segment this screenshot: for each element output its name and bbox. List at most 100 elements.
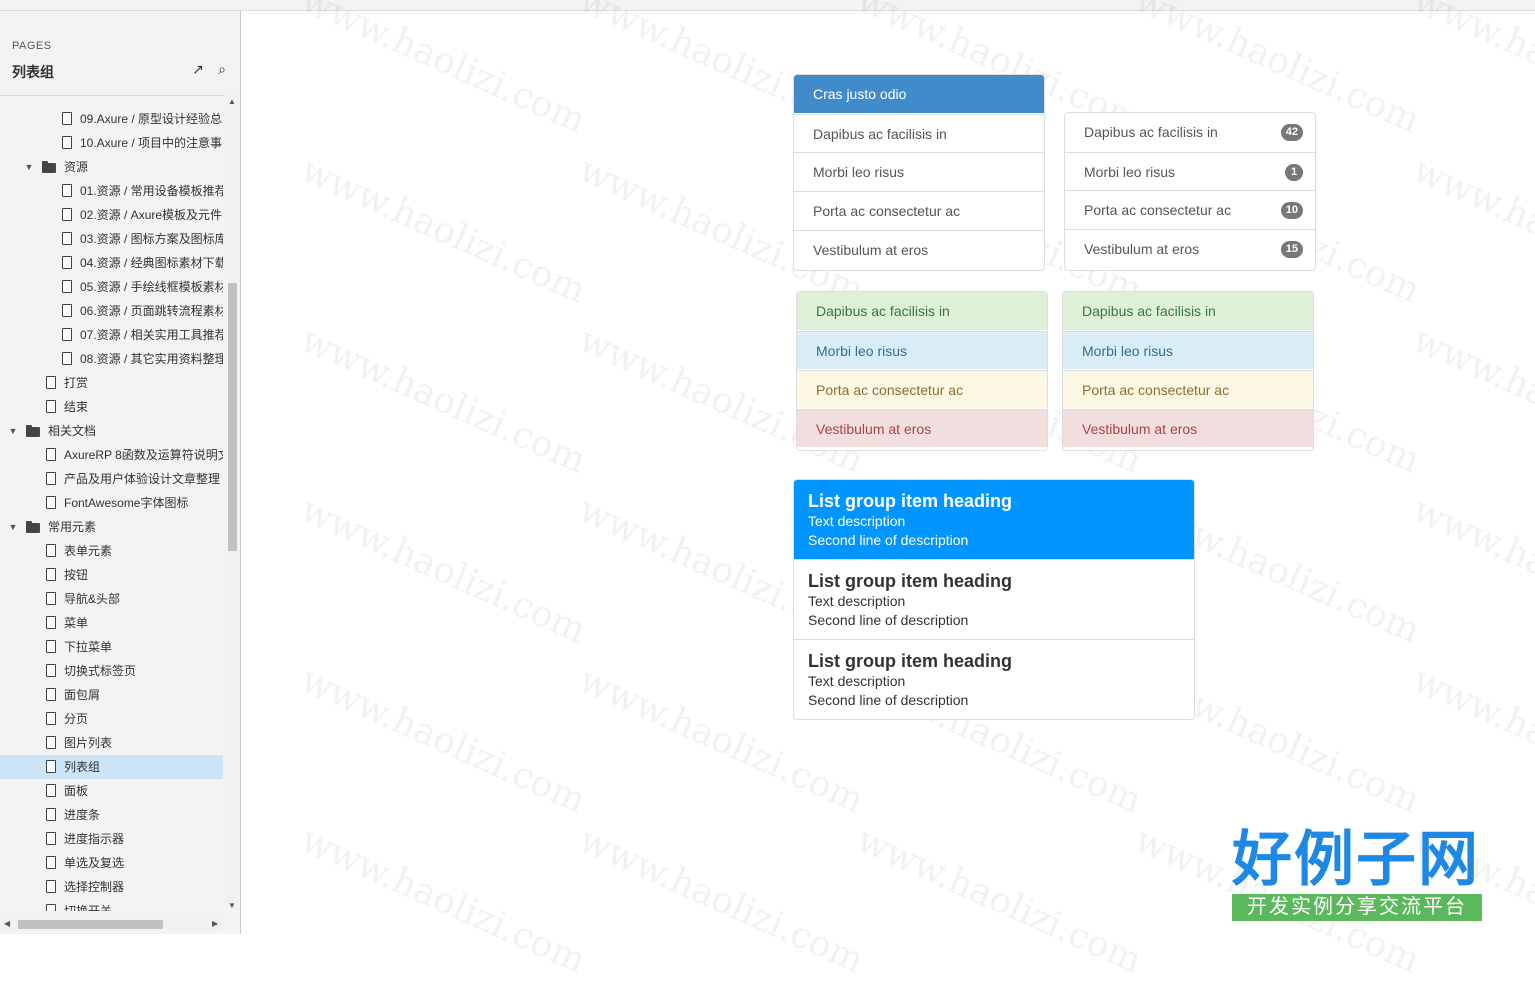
tree-page[interactable]: 02.资源 / Axure模板及元件 (0, 203, 223, 227)
scroll-up-icon[interactable]: ▲ (228, 97, 236, 106)
scroll-right-icon[interactable]: ▶ (212, 919, 218, 928)
scroll-left-icon[interactable]: ◀ (4, 919, 10, 928)
count-badge: 42 (1280, 124, 1303, 141)
tree-page[interactable]: 08.资源 / 其它实用资料整理 (0, 347, 223, 371)
list-item[interactable]: Porta ac consectetur ac 10 (1065, 190, 1315, 228)
page-icon (46, 544, 56, 557)
list-item-text: Text description (808, 593, 906, 609)
list-item[interactable]: Vestibulum at eros (794, 230, 1044, 268)
page-icon (46, 784, 56, 797)
tree-page[interactable]: 产品及用户体验设计文章整理 (0, 467, 223, 491)
tree-item-label: 面包屑 (64, 688, 101, 702)
page-tree: 09.Axure / 原型设计经验总 10.Axure / 项目中的注意事 ▼ 资源 0… (0, 95, 225, 911)
tree-page[interactable]: 01.资源 / 常用设备模板推荐 (0, 179, 223, 203)
list-item[interactable]: Morbi leo risus 1 (1065, 152, 1315, 190)
tree-page[interactable]: 下拉菜单 (0, 635, 223, 659)
list-item-success[interactable]: Dapibus ac facilisis in (797, 292, 1047, 330)
tree-page[interactable]: 选择控制器 (0, 875, 223, 899)
list-item-active[interactable]: Cras justo odio (794, 75, 1044, 113)
tree-page[interactable]: 06.资源 / 页面跳转流程素材 (0, 299, 223, 323)
list-item[interactable]: Morbi leo risus (794, 152, 1044, 190)
tree-page[interactable]: FontAwesome字体图标 (0, 491, 223, 515)
tree-page[interactable]: 单选及复选 (0, 851, 223, 875)
list-item-info[interactable]: Morbi leo risus (797, 331, 1047, 369)
tree-folder[interactable]: ▼ 资源 (0, 155, 223, 179)
chevron-down-icon[interactable]: ▼ (8, 515, 18, 539)
tree-page[interactable]: 05.资源 / 手绘线框模板素材 (0, 275, 223, 299)
tree-page[interactable]: 图片列表 (0, 731, 223, 755)
tree-folder[interactable]: ▼ 相关文档 (0, 419, 223, 443)
watermark-text: www.haolizi.com (850, 819, 1148, 982)
list-item-warning[interactable]: Porta ac consectetur ac (797, 370, 1047, 408)
list-item[interactable]: Dapibus ac facilisis in 42 (1065, 113, 1315, 151)
tree-hscroll-thumb[interactable] (18, 920, 163, 929)
chevron-down-icon[interactable]: ▼ (8, 419, 18, 443)
tree-page[interactable]: 列表组 (0, 755, 223, 779)
tree-page[interactable]: 结束 (0, 395, 223, 419)
tree-item-label: 按钮 (64, 568, 89, 582)
search-page-icon[interactable]: ⌕ (214, 61, 230, 77)
chevron-down-icon[interactable]: ▼ (24, 155, 34, 179)
export-icon[interactable]: ↗ (190, 61, 206, 77)
tree-page[interactable]: 进度条 (0, 803, 223, 827)
tree-page[interactable]: 03.资源 / 图标方案及图标库 (0, 227, 223, 251)
tree-item-label: AxureRP 8函数及运算符说明文 (64, 448, 223, 462)
watermark-text: www.haolizi.com (572, 819, 870, 982)
list-item-active[interactable]: List group item heading Text description… (794, 480, 1194, 560)
page-icon (62, 184, 72, 197)
list-item-danger[interactable]: Vestibulum at eros (797, 409, 1047, 447)
page-icon (62, 208, 72, 221)
list-item-label: Vestibulum at eros (1084, 241, 1200, 257)
tree-item-label: 09.Axure / 原型设计经验总 (80, 112, 223, 126)
count-badge: 10 (1280, 202, 1303, 219)
tree-page[interactable]: 切换式标签页 (0, 659, 223, 683)
tree-item-label: 02.资源 / Axure模板及元件 (80, 208, 223, 222)
tree-page[interactable]: 分页 (0, 707, 223, 731)
tree-item-label: 进度指示器 (64, 832, 125, 846)
list-item-info[interactable]: Morbi leo risus (1063, 331, 1313, 369)
tree-page[interactable]: 09.Axure / 原型设计经验总 (0, 107, 223, 131)
tree-item-label: FontAwesome字体图标 (64, 496, 189, 510)
list-item-danger[interactable]: Vestibulum at eros (1063, 409, 1313, 447)
browser-top-bar (0, 0, 1535, 11)
tree-page[interactable]: 04.资源 / 经典图标素材下载 (0, 251, 223, 275)
tree-folder[interactable]: ▼ 常用元素 (0, 515, 223, 539)
tree-page[interactable]: 菜单 (0, 611, 223, 635)
tree-item-label: 导航&头部 (64, 592, 121, 606)
tree-scrollbar-thumb[interactable] (228, 283, 237, 551)
contextual-list-group-a: Dapibus ac facilisis in Morbi leo risus … (796, 291, 1048, 451)
list-item[interactable]: Dapibus ac facilisis in (794, 114, 1044, 152)
tree-page[interactable]: 表单元素 (0, 539, 223, 563)
site-logo: 好例子网 开发实例分享交流平台 (1232, 826, 1482, 926)
tree-item-label: 04.资源 / 经典图标素材下载 (80, 256, 223, 270)
tree-page[interactable]: 10.Axure / 项目中的注意事 (0, 131, 223, 155)
page-icon (46, 496, 56, 509)
tree-page[interactable]: 导航&头部 (0, 587, 223, 611)
tree-page[interactable]: 切换开关 (0, 899, 223, 911)
tree-page[interactable]: AxureRP 8函数及运算符说明文 (0, 443, 223, 467)
watermark-text: www.haolizi.com (1406, 149, 1535, 312)
tree-page[interactable]: 面包屑 (0, 683, 223, 707)
page-icon (62, 304, 72, 317)
list-item[interactable]: Porta ac consectetur ac (794, 191, 1044, 229)
list-item[interactable]: List group item heading Text description… (794, 559, 1194, 639)
tree-page[interactable]: 按钮 (0, 563, 223, 587)
tree-item-label: 打赏 (64, 376, 89, 390)
tree-item-label: 05.资源 / 手绘线框模板素材 (80, 280, 223, 294)
tree-page[interactable]: 面板 (0, 779, 223, 803)
tree-item-label: 产品及用户体验设计文章整理 (64, 472, 221, 486)
list-item[interactable]: List group item heading Text description… (794, 639, 1194, 719)
scroll-down-icon[interactable]: ▼ (228, 901, 236, 910)
watermark-text: www.haolizi.com (1406, 489, 1535, 652)
watermark-text: www.haolizi.com (294, 149, 592, 312)
tree-page[interactable]: 07.资源 / 相关实用工具推荐 (0, 323, 223, 347)
watermark-text: www.haolizi.com (294, 319, 592, 482)
list-item-text: Second line of description (808, 692, 969, 708)
count-badge: 1 (1285, 164, 1303, 181)
list-item[interactable]: Vestibulum at eros 15 (1065, 229, 1315, 267)
tree-page[interactable]: 进度指示器 (0, 827, 223, 851)
list-item-warning[interactable]: Porta ac consectetur ac (1063, 370, 1313, 408)
list-item-success[interactable]: Dapibus ac facilisis in (1063, 292, 1313, 330)
tree-page[interactable]: 打赏 (0, 371, 223, 395)
page-icon (46, 568, 56, 581)
